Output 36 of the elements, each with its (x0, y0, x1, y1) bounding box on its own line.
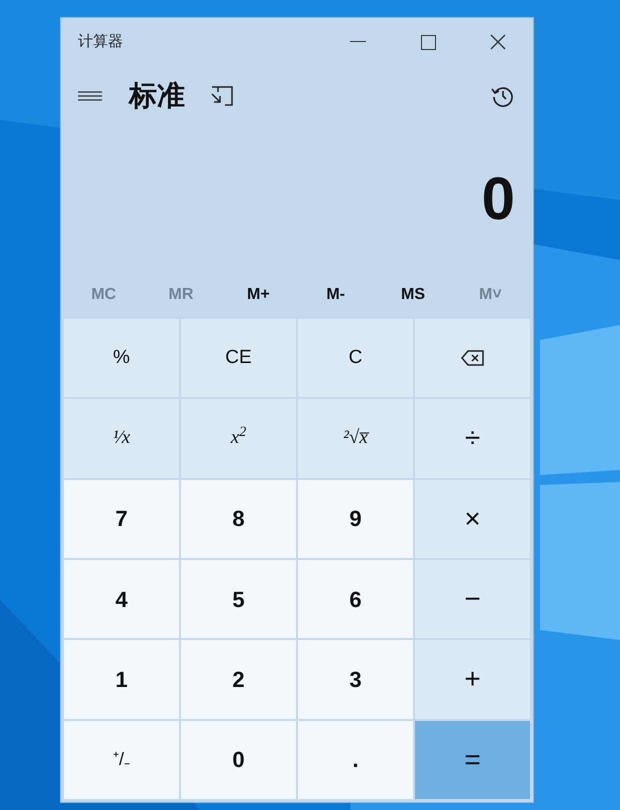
close-icon (490, 34, 506, 50)
calculator-key[interactable]: 4 (64, 560, 179, 638)
mode-title: 标准 (129, 79, 185, 113)
backspace-icon (460, 350, 484, 366)
calculator-key[interactable]: 1 (64, 640, 179, 719)
calculator-key[interactable]: × (415, 480, 530, 558)
calculator-key[interactable]: ⁺/₋ (64, 720, 179, 799)
calculator-key[interactable]: . (298, 720, 413, 799)
calculator-key[interactable]: ¹⁄x (64, 399, 179, 478)
memory-button[interactable]: MS (374, 283, 452, 307)
calculator-key[interactable]: + (415, 640, 530, 719)
display-value: 0 (482, 164, 515, 234)
calculator-key[interactable]: x$^{2}$ (181, 399, 296, 478)
calculator-key[interactable]: 9 (298, 480, 413, 558)
calculator-key[interactable]: = (415, 720, 530, 799)
calculator-key[interactable]: 3 (298, 640, 413, 719)
window-title: 计算器 (78, 32, 124, 52)
calculator-key[interactable]: C (298, 319, 413, 398)
calculator-key[interactable]: CE (181, 319, 296, 398)
calculator-key[interactable]: ²√x̅ (298, 399, 413, 478)
calculator-key[interactable]: 8 (181, 480, 296, 558)
calculator-key[interactable]: 6 (298, 560, 413, 638)
calculator-key[interactable]: − (415, 560, 530, 638)
backspace-button[interactable] (415, 319, 530, 398)
calculator-key[interactable]: % (64, 319, 179, 398)
calculator-key[interactable]: 2 (181, 640, 296, 719)
menu-icon (78, 90, 102, 102)
calculator-key[interactable]: 0 (181, 720, 296, 799)
calculator-key[interactable]: 5 (181, 560, 296, 638)
keep-on-top-icon (211, 86, 233, 106)
calculator-key[interactable]: ÷ (415, 399, 530, 478)
calculator-key[interactable]: 7 (64, 480, 179, 558)
memory-button[interactable]: M+ (220, 283, 297, 307)
maximize-icon (420, 34, 436, 50)
minimize-icon (350, 41, 366, 43)
memory-button[interactable]: M- (297, 283, 374, 307)
